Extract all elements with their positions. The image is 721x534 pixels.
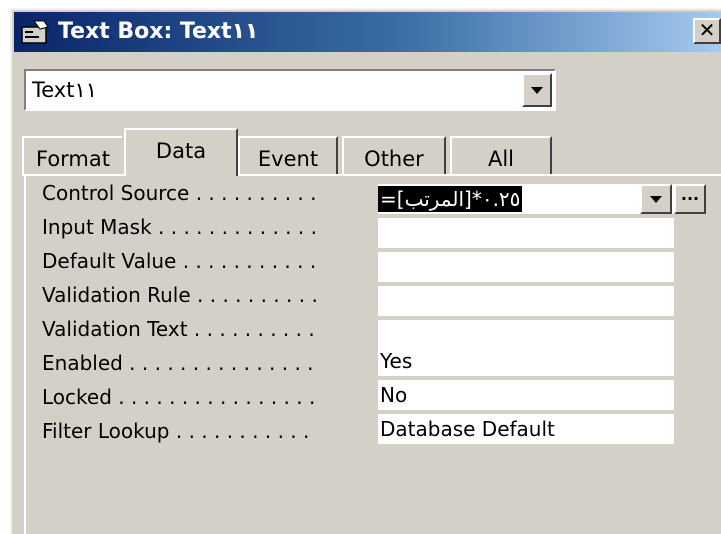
object-selector-dropdown-button[interactable] <box>522 73 552 107</box>
filter-lookup-label: Filter Lookup . . . . . . . . . . . <box>42 419 310 443</box>
close-icon: ✕ <box>698 18 716 42</box>
expression-builder-button[interactable]: ... <box>674 184 706 214</box>
object-selector[interactable]: Text١١ <box>24 69 556 111</box>
tab-data-label: Data <box>155 139 207 163</box>
object-selector-value: Text١١ <box>32 78 98 102</box>
tab-all-label: All <box>487 147 515 171</box>
chevron-down-icon <box>650 196 662 203</box>
tab-data[interactable]: Data <box>124 128 238 176</box>
tab-format[interactable]: Format <box>22 136 122 176</box>
locked-field[interactable]: No <box>378 380 674 410</box>
control-source-dropdown-button[interactable] <box>640 184 672 214</box>
validation-text-label: Validation Text . . . . . . . . . . <box>42 317 315 341</box>
close-button[interactable]: ✕ <box>693 18 721 44</box>
filter-lookup-field[interactable]: Database Default <box>378 414 674 444</box>
validation-rule-field[interactable] <box>378 286 674 316</box>
input-mask-label: Input Mask . . . . . . . . . . . . . <box>42 215 317 239</box>
locked-label: Locked . . . . . . . . . . . . . . . . <box>42 385 316 409</box>
input-mask-field[interactable] <box>378 218 674 248</box>
default-value-field[interactable] <box>378 252 674 282</box>
control-source-label: Control Source . . . . . . . . . . <box>42 181 317 205</box>
validation-rule-label: Validation Rule . . . . . . . . . . <box>42 283 318 307</box>
tab-other[interactable]: Other <box>342 136 446 176</box>
properties-icon <box>21 20 49 44</box>
tab-all[interactable]: All <box>450 136 552 176</box>
ellipsis-icon: ... <box>680 185 700 204</box>
control-source-value: =[المرتب]*٠.٢٥ <box>378 186 523 212</box>
tab-event-label: Event <box>257 147 319 171</box>
tab-other-label: Other <box>364 147 424 171</box>
enabled-field[interactable]: Yes <box>378 346 674 376</box>
title-bar[interactable]: Text Box: Text١١ ✕ <box>14 12 721 52</box>
chevron-down-icon <box>531 87 543 94</box>
default-value-label: Default Value . . . . . . . . . . . <box>42 249 317 273</box>
enabled-label: Enabled . . . . . . . . . . . . . . . <box>42 351 314 375</box>
window-title: Text Box: Text١١ <box>58 19 259 44</box>
tab-format-label: Format <box>35 147 110 171</box>
tab-event[interactable]: Event <box>238 136 338 176</box>
properties-window: Text Box: Text١١ ✕ Text١١ Format Data Ev… <box>10 8 721 534</box>
control-source-field[interactable]: =[المرتب]*٠.٢٥ <box>378 184 674 214</box>
